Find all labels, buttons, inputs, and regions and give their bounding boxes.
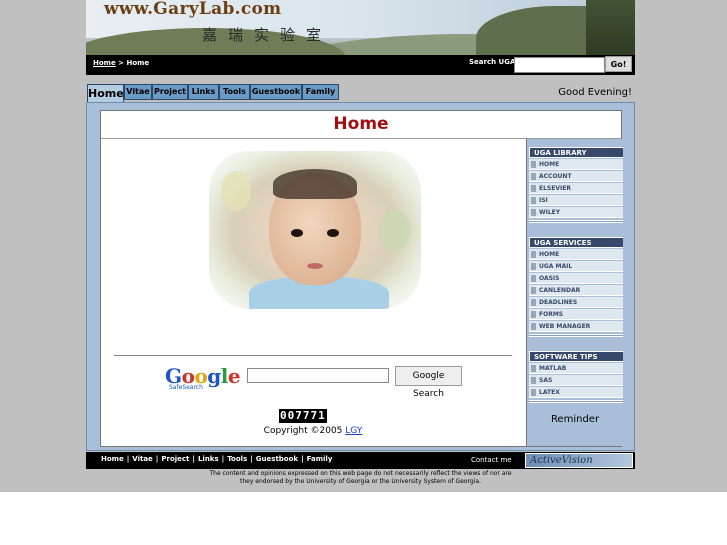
sidebar-inner: UGA LIBRARY HOME ACCOUNT ELSEVIER ISI WI… [527,139,623,446]
breadcrumb-home-link[interactable]: Home [93,59,116,67]
sidebar-separator [529,400,623,403]
content-panel: Home Google SafeSearch Google Search 007… [100,110,623,447]
top-bar: Home > Home Search UGA Go! [86,55,635,75]
footer-bar: Home | Vitae | Project | Links | Tools | Guestbook… [86,452,635,469]
sidebar: UGA LIBRARY HOME ACCOUNT ELSEVIER ISI WI… [526,139,623,446]
footer-link-tools[interactable]: Tools [227,455,247,463]
sidebar-item-matlab[interactable]: MATLAB [529,363,623,374]
sidebar-heading-library: UGA LIBRARY [529,147,623,158]
photo-hair [273,169,357,199]
footer-link-project[interactable]: Project [161,455,189,463]
safesearch-label: SafeSearch [169,384,203,391]
photo-mouth [307,263,323,269]
search-label: Search UGA [469,58,516,66]
tab-project[interactable]: Project [152,84,188,100]
disclaimer-line: The content and opinions expressed on th… [209,470,512,477]
footer-link-guestbook[interactable]: Guestbook [256,455,298,463]
photo-flower [221,171,251,211]
google-logo-letter: g [207,364,221,388]
google-search-input[interactable] [247,368,389,383]
banner-tree [586,0,635,55]
reminder-label[interactable]: Reminder [527,414,623,425]
contact-me-link[interactable]: Contact me [471,456,512,464]
footer-links: Home | Vitae | Project | Links | Tools | Guestbook… [101,455,332,463]
copyright: Copyright ©2005 LGY [101,426,525,436]
chinese-title: 嘉瑞实验室 [202,26,333,44]
sidebar-heading-software-tips: SOFTWARE TIPS [529,351,623,362]
sidebar-item-library-isi[interactable]: ISI [529,195,623,206]
sidebar-item-library-home[interactable]: HOME [529,159,623,170]
photo-eye [327,229,339,237]
sidebar-separator [529,220,623,223]
google-logo-letter: e [227,364,241,388]
activevision-badge[interactable]: ActiveVision [525,453,633,468]
footer-link-family[interactable]: Family [307,455,333,463]
footer-link-links[interactable]: Links [198,455,219,463]
tab-guestbook[interactable]: Guestbook [250,84,302,100]
photo-eye [291,229,303,237]
footer-link-vitae[interactable]: Vitae [132,455,153,463]
divider [114,355,512,356]
page-title: Home [333,114,389,134]
sidebar-item-library-elsevier[interactable]: ELSEVIER [529,183,623,194]
breadcrumb-current: Home [126,59,150,67]
site-banner: www.GaryLab.com 嘉瑞实验室 [86,0,635,55]
disclaimer-line: they endorsed by the University of Georg… [240,478,481,485]
sidebar-item-oasis[interactable]: OASIS [529,273,623,284]
baby-photo [209,151,421,309]
breadcrumb: Home > Home [93,59,149,67]
footer-separator: | [192,455,195,463]
uga-search-input[interactable] [514,57,605,73]
tab-links[interactable]: Links [188,84,219,100]
sidebar-item-sas[interactable]: SAS [529,375,623,386]
tab-vitae[interactable]: Vitae [124,84,152,100]
sidebar-item-library-wiley[interactable]: WILEY [529,207,623,218]
footer-link-home[interactable]: Home [101,455,124,463]
photo-flower [379,211,411,251]
footer-separator: | [301,455,304,463]
sidebar-item-deadlines[interactable]: DEADLINES [529,297,623,308]
sidebar-item-latex[interactable]: LATEX [529,387,623,398]
sidebar-heading-services: UGA SERVICES [529,237,623,248]
google-logo-letter: l [220,364,229,388]
copyright-author-link[interactable]: LGY [345,426,362,436]
tab-family[interactable]: Family [302,84,339,100]
footer-separator: | [221,455,225,463]
sidebar-item-web-manager[interactable]: WEB MANAGER [529,321,623,332]
breadcrumb-separator: > [115,59,127,67]
footer-separator: | [126,455,130,463]
sidebar-item-uga-mail[interactable]: UGA MAIL [529,261,623,272]
go-button[interactable]: Go! [605,56,632,72]
footer-separator: | [250,455,253,463]
tab-home[interactable]: Home [87,84,124,103]
sidebar-separator [529,334,623,337]
site-name: www.GaryLab.com [104,0,282,19]
sidebar-item-forms[interactable]: FORMS [529,309,623,320]
page-title-row: Home [101,111,621,139]
copyright-text: Copyright ©2005 [263,426,346,436]
main-column: Google SafeSearch Google Search 007771 C… [101,139,525,446]
sidebar-item-services-home[interactable]: HOME [529,249,623,260]
hit-counter: 007771 [279,409,327,423]
disclaimer: The content and opinions expressed on th… [86,470,635,486]
greeting-text: Good Evening! [558,87,632,98]
google-search-button[interactable]: Google Search [395,366,462,399]
content-frame: Home Google SafeSearch Google Search 007… [86,102,635,451]
sidebar-item-library-account[interactable]: ACCOUNT [529,171,623,182]
sidebar-item-calendar[interactable]: CANLENDAR [529,285,623,296]
tab-tools[interactable]: Tools [219,84,250,100]
